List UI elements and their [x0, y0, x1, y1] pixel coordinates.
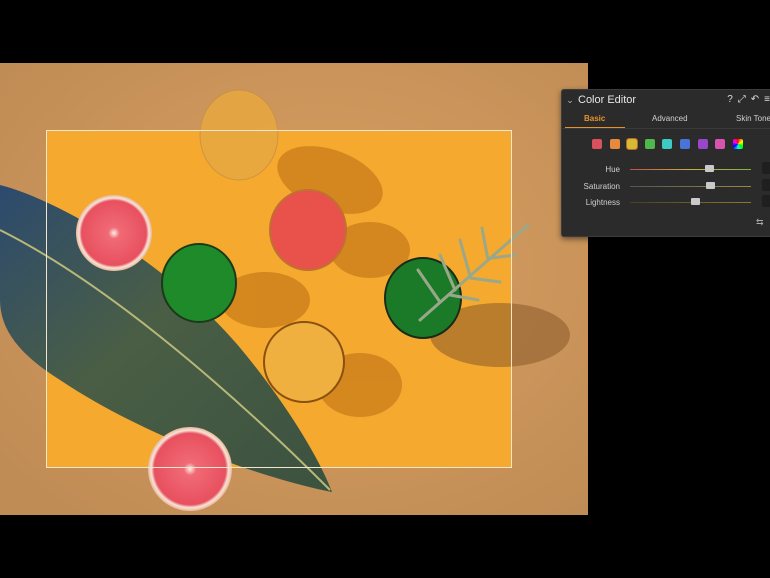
panel-title: Color Editor [578, 94, 637, 106]
glass-green-2 [384, 257, 462, 339]
saturation-value-field[interactable] [762, 178, 770, 191]
swatch-magenta[interactable] [715, 139, 726, 149]
saturation-slider[interactable] [630, 185, 751, 187]
glass-green [161, 243, 237, 323]
slider-label: Saturation [583, 181, 620, 191]
slider-row-lightness: Lightness [562, 195, 770, 209]
swatch-purple[interactable] [697, 139, 708, 149]
tab-bar: Basic Advanced Skin Tone [562, 110, 770, 129]
glass-red [269, 189, 347, 271]
slider-handle[interactable] [704, 165, 714, 172]
slider-handle[interactable] [691, 198, 701, 205]
hue-slider[interactable] [630, 169, 751, 170]
tab-divider [562, 128, 770, 129]
active-tab-indicator [565, 127, 625, 128]
swatch-blue[interactable] [680, 139, 690, 149]
adjust-settings-icon[interactable]: ⇆ [756, 217, 764, 228]
lightness-value-field[interactable] [762, 195, 770, 207]
menu-icon[interactable]: ≡ [764, 94, 770, 105]
panel-header: ⌄ Color Editor ? ⤢ ↶ ≡ [562, 90, 770, 110]
glass-clear [199, 89, 279, 181]
color-editor-panel: ⌄ Color Editor ? ⤢ ↶ ≡ Basic Advanced Sk… [561, 89, 770, 237]
tab-advanced[interactable]: Advanced [652, 114, 688, 123]
swatch-orange[interactable] [609, 139, 620, 149]
grapefruit-bottom [148, 427, 232, 511]
slider-row-hue: Hue [562, 162, 770, 176]
expand-icon[interactable]: ⤢ [738, 94, 746, 105]
glass-orange [263, 321, 345, 403]
photo-canvas[interactable] [0, 0, 770, 578]
swatch-green[interactable] [644, 139, 655, 149]
slider-row-saturation: Saturation [562, 178, 770, 193]
swatch-yellow[interactable] [626, 138, 639, 150]
tab-basic[interactable]: Basic [584, 114, 605, 123]
slider-label: Hue [605, 165, 620, 174]
grapefruit-top [76, 195, 152, 271]
swatch-red[interactable] [592, 139, 602, 149]
undo-icon[interactable]: ↶ [751, 94, 759, 105]
tab-skin-tone[interactable]: Skin Tone [736, 114, 770, 123]
swatch-cyan[interactable] [662, 139, 673, 149]
slider-label: Lightness [585, 198, 620, 207]
slider-handle[interactable] [705, 181, 715, 189]
hue-value-field[interactable] [762, 162, 770, 174]
swatch-all-colors[interactable] [732, 139, 743, 149]
help-icon[interactable]: ? [727, 94, 733, 105]
collapse-chevron-icon[interactable]: ⌄ [562, 95, 578, 106]
